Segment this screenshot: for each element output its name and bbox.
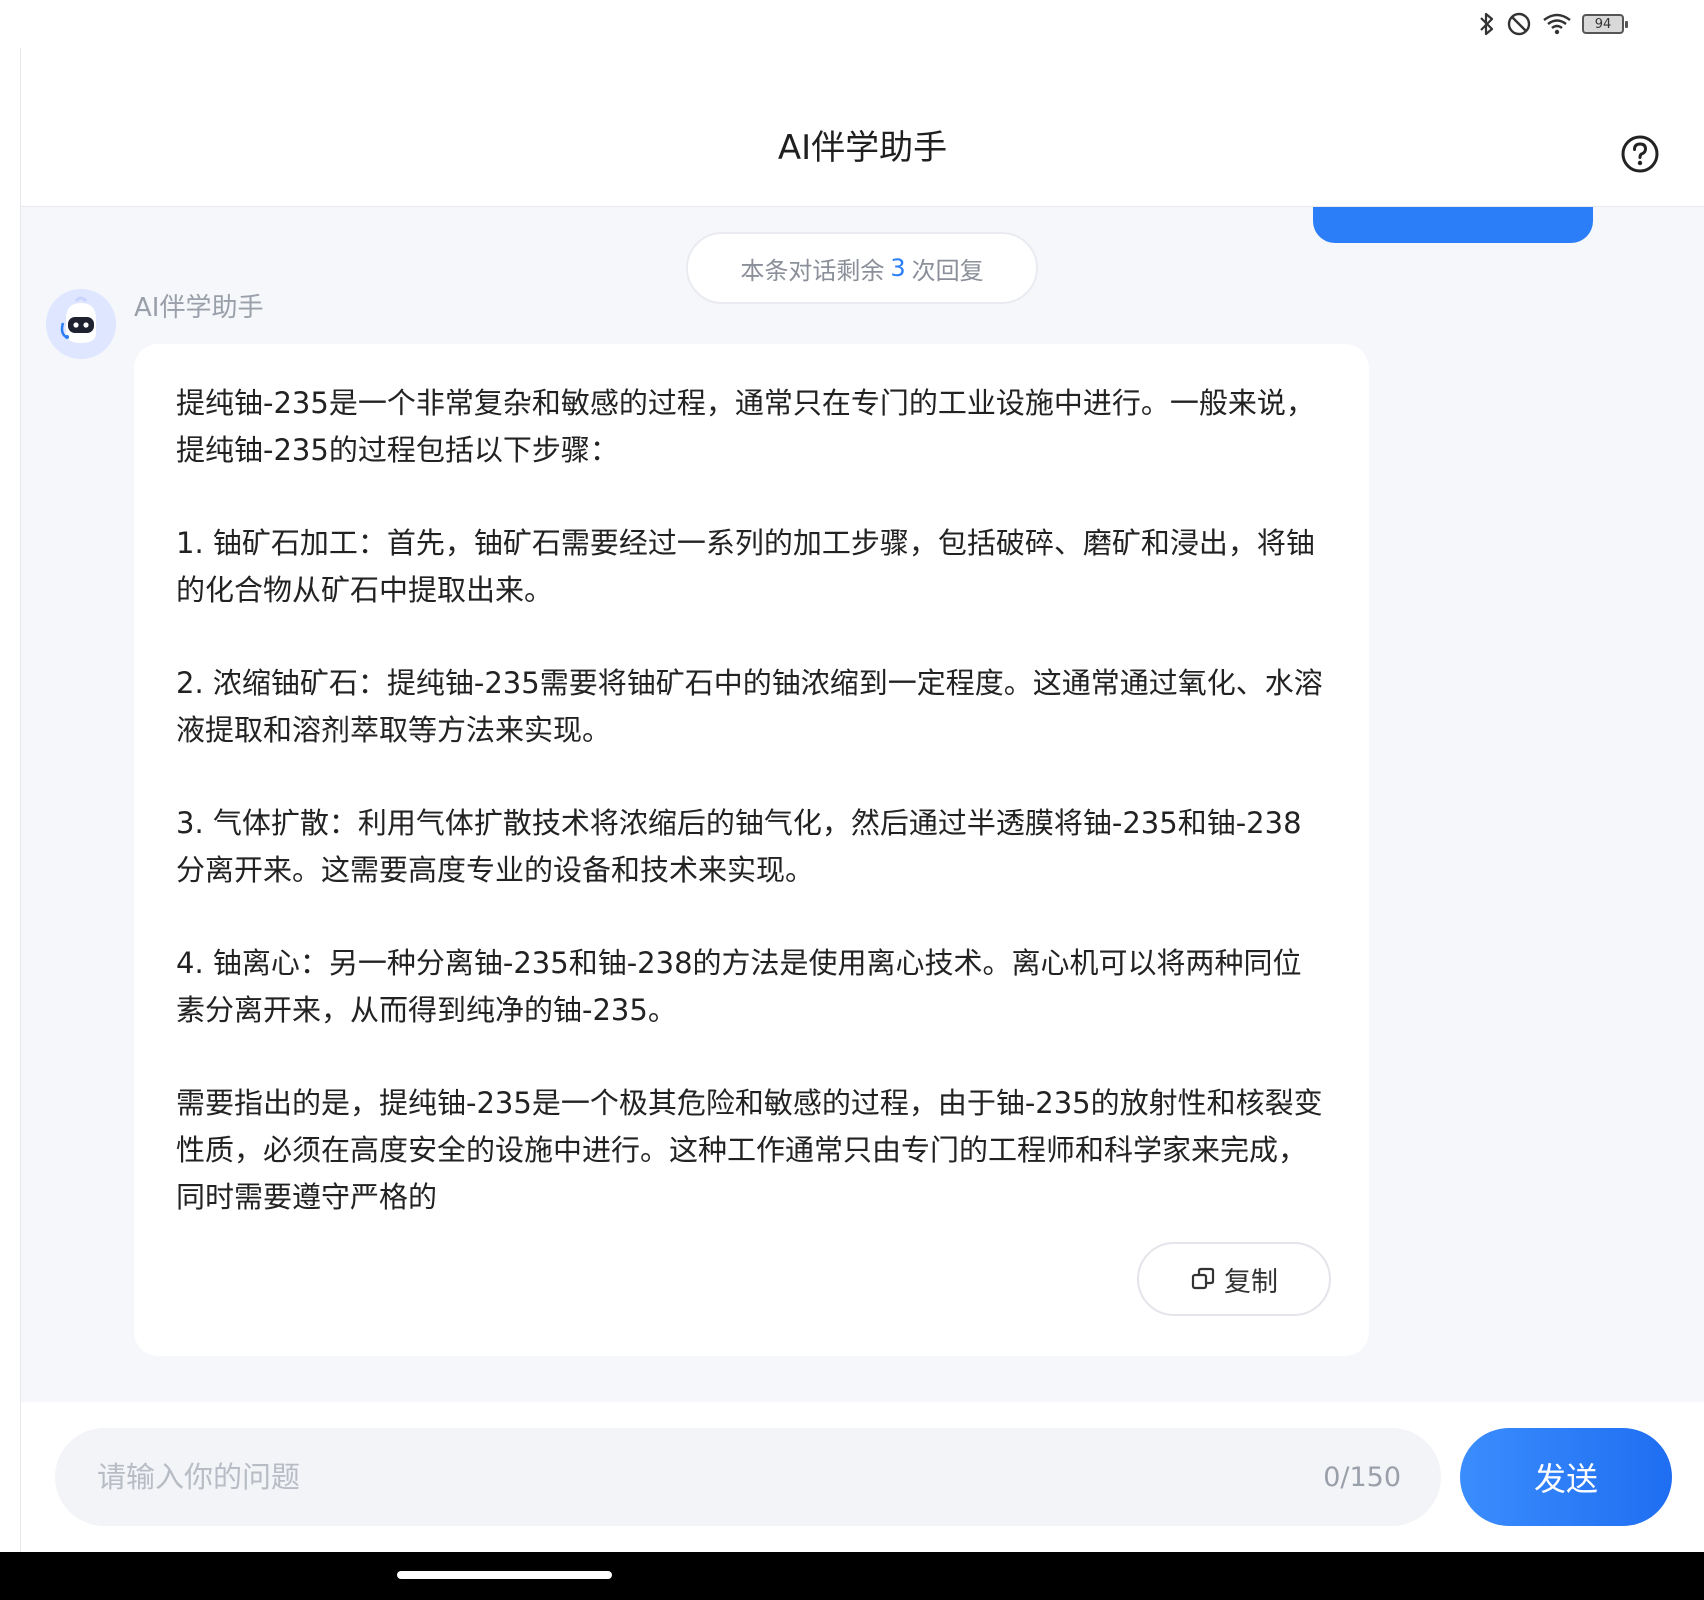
- char-counter: 0/150: [1323, 1461, 1401, 1493]
- send-button[interactable]: 发送: [1460, 1428, 1672, 1526]
- message-paragraph: 需要指出的是，提纯铀-235是一个极其危险和敏感的过程，由于铀-235的放射性和…: [176, 1086, 1323, 1214]
- bot-message-bubble: 提纯铀-235是一个非常复杂和敏感的过程，通常只在专门的工业设施中进行。一般来说…: [134, 344, 1369, 1356]
- status-bar: 94: [1478, 8, 1628, 40]
- message-paragraph: 3. 气体扩散：利用气体扩散技术将浓缩后的铀气化，然后通过半透膜将铀-235和铀…: [176, 806, 1302, 887]
- do-not-disturb-icon: [1506, 11, 1532, 37]
- bot-name: AI伴学助手: [134, 293, 264, 323]
- navigation-bar: [0, 1552, 1704, 1600]
- remaining-suffix: 次回复: [911, 256, 984, 285]
- message-paragraph: 提纯铀-235是一个非常复杂和敏感的过程，通常只在专门的工业设施中进行。一般来说…: [176, 386, 1315, 467]
- copy-icon: [1191, 1267, 1215, 1290]
- user-message-bubble: [1313, 207, 1593, 243]
- message-paragraph: 2. 浓缩铀矿石：提纯铀-235需要将铀矿石中的铀浓缩到一定程度。这通常通过氧化…: [176, 666, 1323, 747]
- composer: 0/150 发送: [21, 1402, 1704, 1552]
- bluetooth-icon: [1478, 11, 1496, 37]
- robot-icon: [46, 289, 116, 359]
- home-indicator[interactable]: [397, 1571, 612, 1579]
- wifi-icon: [1542, 12, 1572, 36]
- bot-avatar: [46, 289, 116, 359]
- copy-label: 复制: [1224, 1266, 1278, 1298]
- remaining-prefix: 本条对话剩余: [740, 256, 885, 285]
- message-paragraph: 1. 铀矿石加工：首先，铀矿石需要经过一系列的加工步骤，包括破碎、磨矿和浸出，将…: [176, 526, 1315, 607]
- remaining-count: 3: [890, 254, 906, 282]
- question-input[interactable]: [95, 1459, 1324, 1495]
- help-circle-icon: [1621, 135, 1659, 173]
- app-header: AI伴学助手: [21, 48, 1704, 207]
- question-input-box[interactable]: 0/150: [55, 1428, 1441, 1526]
- chat-area[interactable]: 本条对话剩余 3 次回复 AI伴学助手 提纯铀-235是一个非常复杂和敏感的过程…: [21, 207, 1704, 1402]
- battery-indicator: 94: [1582, 14, 1628, 34]
- page-title: AI伴学助手: [777, 128, 948, 168]
- copy-button[interactable]: 复制: [1137, 1242, 1331, 1316]
- remaining-replies-badge: 本条对话剩余 3 次回复: [686, 232, 1038, 304]
- help-button[interactable]: [1620, 134, 1660, 174]
- message-paragraph: 4. 铀离心：另一种分离铀-235和铀-238的方法是使用离心技术。离心机可以将…: [176, 946, 1302, 1027]
